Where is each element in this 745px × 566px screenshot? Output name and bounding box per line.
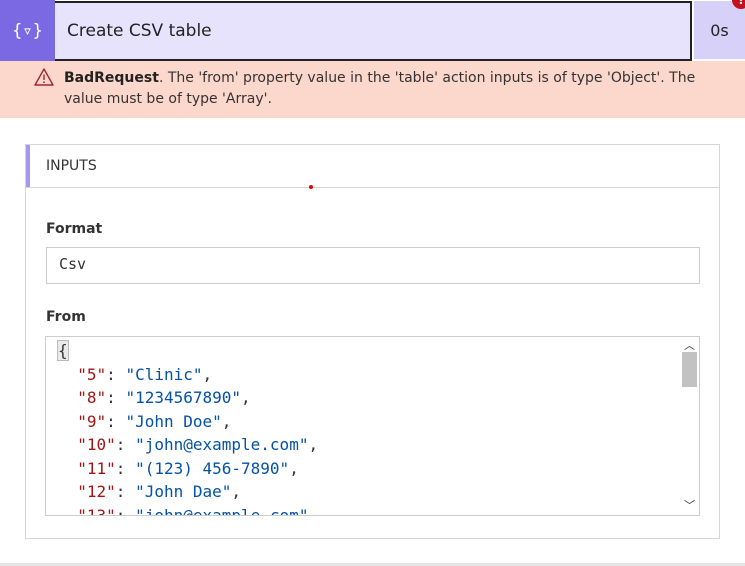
scroll-up-chevron-icon[interactable]: ︿ <box>682 339 697 353</box>
json-key: "9" <box>77 411 107 431</box>
inputs-panel: INPUTS Format Csv From { "5": "Clinic", … <box>25 144 720 539</box>
action-duration: 0s <box>694 1 745 59</box>
inputs-title: INPUTS <box>46 158 97 174</box>
json-line: { <box>57 339 318 363</box>
json-value: "John Doe" <box>125 411 222 431</box>
error-title: BadRequest <box>64 70 159 86</box>
json-value: "Clinic" <box>125 364 203 384</box>
json-key: "12" <box>77 482 116 501</box>
json-key: "11" <box>77 458 116 478</box>
inputs-panel-header[interactable]: INPUTS <box>26 145 719 188</box>
warning-icon <box>34 68 54 86</box>
format-value: Csv <box>59 255 87 273</box>
json-key: "5" <box>77 364 107 384</box>
from-label: From <box>46 309 86 325</box>
code-scrollbar[interactable]: ︿ ﹀ <box>680 337 699 515</box>
action-title: Create CSV table <box>67 21 212 41</box>
json-line: "11": "(123) 456-7890", <box>77 458 299 478</box>
json-content: { "5": "Clinic", "8": "1234567890", "9":… <box>57 339 319 516</box>
format-label: Format <box>46 221 103 237</box>
action-header[interactable]: {▿} Create CSV table 0s ! <box>0 0 745 61</box>
json-line: "13": "john@example.com", <box>58 504 318 516</box>
json-key: "13" <box>77 505 116 516</box>
scroll-thumb[interactable] <box>682 352 697 387</box>
json-value: "john@example.com" <box>135 505 309 516</box>
from-code-box[interactable]: { "5": "Clinic", "8": "1234567890", "9":… <box>45 336 700 516</box>
format-field[interactable]: Csv <box>46 247 700 284</box>
json-line: "5": "Clinic", <box>77 364 213 384</box>
error-message: BadRequest. The 'from' property value in… <box>64 68 714 110</box>
json-key: "8" <box>77 388 107 407</box>
error-detail: . The 'from' property value in the 'tabl… <box>64 70 696 107</box>
json-line: "12": "John Dae", <box>77 482 242 501</box>
json-key: "10" <box>77 435 116 454</box>
json-line: "10": "john@example.com", <box>77 435 319 454</box>
variable-icon-glyph: {▿} <box>12 20 43 41</box>
panel-accent-bar <box>26 145 30 187</box>
action-title-bar[interactable]: Create CSV table <box>55 1 692 61</box>
variable-icon: {▿} <box>0 0 55 61</box>
json-line: "8": "1234567890", <box>77 388 251 407</box>
json-value: "john@example.com" <box>135 435 309 454</box>
json-value: "(123) 456-7890" <box>135 458 290 478</box>
json-line: "9": "John Doe", <box>77 411 232 431</box>
scroll-down-chevron-icon[interactable]: ﹀ <box>682 499 697 513</box>
json-open-brace: { <box>57 340 69 361</box>
json-value: "1234567890" <box>125 388 242 407</box>
json-value: "John Dae" <box>135 482 232 501</box>
indicator-dot <box>309 185 313 189</box>
